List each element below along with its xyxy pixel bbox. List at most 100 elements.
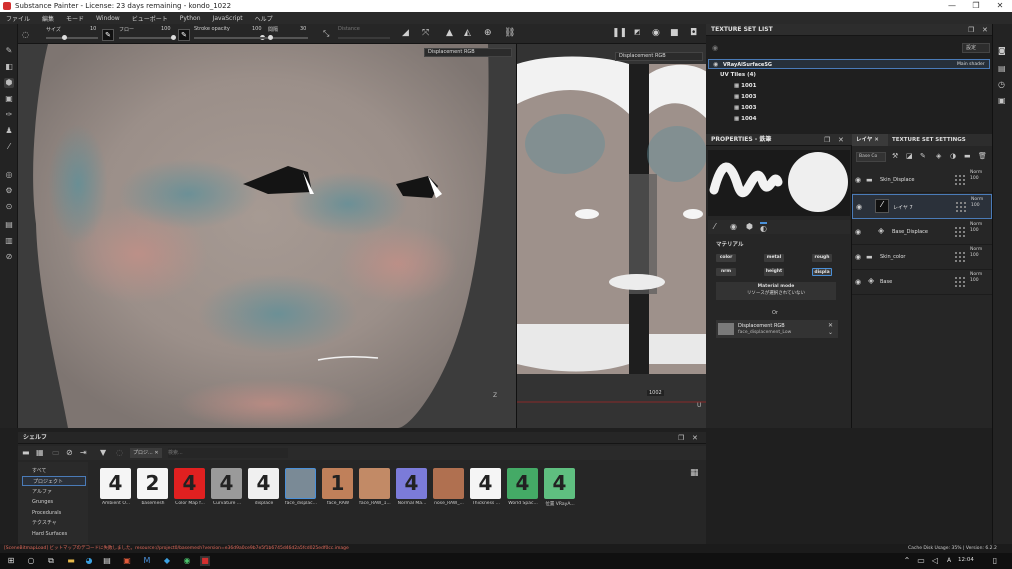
layer-row-selected[interactable]: ◉ ⁄ レイヤ 7 Norm 100 [852,194,992,219]
settings-dropdown[interactable]: 設定 [962,43,990,53]
channel-chip-color[interactable]: color [716,254,736,262]
viewport-3d[interactable]: Displacement RGB Z [18,44,516,428]
viewport-3d-channel-dropdown[interactable]: Displacement RGB [424,48,512,57]
panel-close-icon[interactable]: ✕ [982,26,988,34]
category-procedurals[interactable]: Procedurals [22,508,86,518]
brush-alpha-icon[interactable]: ✎ [102,29,114,41]
camera-link-icon[interactable]: ⛓ [504,28,515,38]
category-grunges[interactable]: Grunges [22,497,86,507]
smudge-icon[interactable]: ✑ [4,110,14,120]
category-project[interactable]: プロジェクト [22,476,86,486]
category-all[interactable]: すべて [22,466,86,476]
add-paint-layer-icon[interactable]: ✎ [920,152,926,160]
distance-slider[interactable] [338,37,390,39]
grid-view-icon[interactable]: ▦ [36,448,44,457]
chevron-up-icon[interactable]: ⌃ [902,556,912,566]
shelf-thumbnail[interactable]: 2 [137,468,168,499]
channel-chip-nrm[interactable]: nrm [716,268,736,276]
eye-toggle-icon[interactable]: ◉ [712,44,718,52]
paint-brush-icon[interactable]: ✎ [4,46,14,56]
menu-mode[interactable]: モード [60,14,90,23]
resource-slot[interactable]: Displacement RGB face_displacement_Low ✕… [716,320,838,338]
import-icon[interactable]: ⇥ [80,448,87,457]
layer-blend[interactable]: Norm 100 [970,247,982,259]
size-value[interactable]: 10 [90,26,96,32]
shelf-thumbnail[interactable]: 1 [322,468,353,499]
category-alpha[interactable]: アルファ [22,487,86,497]
shelf-thumbnail[interactable] [285,468,316,499]
tab-texture-set-settings[interactable]: TEXTURE SET SETTINGS [892,134,966,146]
display-settings-icon[interactable]: ⊙ [4,202,14,212]
close-window-button[interactable]: ✕ [988,0,1012,12]
eye-icon[interactable]: ◉ [713,61,718,68]
filter-tag[interactable]: プロジ... ✕ [130,448,162,458]
panel-float-icon[interactable]: ❐ [968,26,974,34]
shelf-thumbnail[interactable]: 4 [396,468,427,499]
uv-tile-item[interactable]: ▦ 1001 [734,83,756,89]
channel-select-dropdown[interactable]: Base Co [856,152,886,162]
channel-chip-height[interactable]: height [764,268,784,276]
channel-chip-metal[interactable]: metal [764,254,784,262]
viewport-2d[interactable]: Displacement RGB 1002 U [516,44,706,428]
panel-close-icon[interactable]: ✕ [692,434,698,442]
channel-chip-rough[interactable]: rough [812,254,832,262]
menu-python[interactable]: Python [174,15,207,22]
menu-javascript[interactable]: JavaScript [207,15,249,22]
add-folder-icon[interactable]: ▬ [964,152,971,160]
menu-viewport[interactable]: ビューポート [126,14,174,23]
file-explorer-icon[interactable]: ▬ [66,556,76,566]
eye-icon[interactable]: ◉ [855,176,863,184]
tab-material-icon[interactable]: ◐ [760,222,767,233]
store-icon[interactable]: ▤ [102,556,112,566]
network-icon[interactable]: ▭ [916,556,926,566]
size-slider-handle[interactable] [62,35,68,40]
eraser-icon[interactable]: ◧ [4,62,14,72]
shelf-thumbnail[interactable]: 4 [507,468,538,499]
search-icon[interactable]: ○ [26,556,36,566]
stencil-icon[interactable]: ⊕ [484,28,492,38]
layer-blend[interactable]: Norm 100 [970,272,982,284]
add-mask-icon[interactable]: ◪ [906,152,913,160]
projection-icon[interactable]: ⬢ [4,78,14,88]
camera-icon[interactable]: ■ [670,28,679,38]
filter-icon[interactable]: ▼ [100,448,106,457]
shelf-thumbnail[interactable]: 4 [248,468,279,499]
layer-row[interactable]: ◉ ▬ Skin_Displace Norm 100 [852,168,992,193]
bake-icon[interactable]: ◎ [4,170,14,180]
menu-help[interactable]: ヘルプ [249,14,279,23]
export-icon[interactable]: ▥ [4,236,14,246]
eye-icon[interactable]: ◉ [856,203,864,211]
volume-icon[interactable]: ◁ [930,556,940,566]
maximize-button[interactable]: ❐ [964,0,988,12]
flow-slider-handle[interactable] [171,35,176,40]
tab-layers[interactable]: レイヤ ✕ [852,134,888,146]
viewport-2d-channel-dropdown[interactable]: Displacement RGB [615,52,703,61]
eye-icon[interactable]: ◉ [855,253,863,261]
notification-icon[interactable]: ▯ [990,556,1000,566]
size-slider[interactable] [46,35,98,40]
spacing-value[interactable]: 30 [300,26,306,32]
spacing-slider[interactable] [254,35,308,40]
layers-icon[interactable]: ▤ [998,64,1006,73]
shelf-thumbnail[interactable]: 4 [544,468,575,499]
color-picker-icon[interactable]: ⁄ [4,142,14,152]
new-item-icon[interactable]: ▭ [52,448,60,457]
layer-row[interactable]: ◉ ◈ Base_Displace Norm 100 [852,220,992,245]
windows-start-icon[interactable]: ⊞ [6,556,16,566]
hide-icon[interactable]: ⊘ [66,448,73,457]
menu-window[interactable]: Window [90,15,126,22]
flow-value[interactable]: 100 [161,26,171,32]
uv-tile-item[interactable]: ▦ 1003 [734,105,756,111]
uv-tiles-label[interactable]: UV Tiles (4) [720,72,756,78]
thumbnail-size-icon[interactable]: ▦ [690,468,699,478]
category-hard-surfaces[interactable]: Hard Surfaces [22,529,86,539]
menu-file[interactable]: ファイル [0,14,36,23]
screenshot-icon[interactable]: ◘ [690,28,697,38]
stroke-opacity-slider[interactable] [194,35,265,40]
channel-chip-displa[interactable]: displa [812,268,832,276]
history-icon[interactable]: ◷ [998,80,1005,89]
search-circle-icon[interactable]: ◌ [116,448,123,457]
texture-set-icon[interactable]: ◙ [998,46,1006,55]
material-mode-box[interactable]: Material mode リソースが選択されていない [716,282,836,300]
menu-edit[interactable]: 編集 [36,14,60,23]
